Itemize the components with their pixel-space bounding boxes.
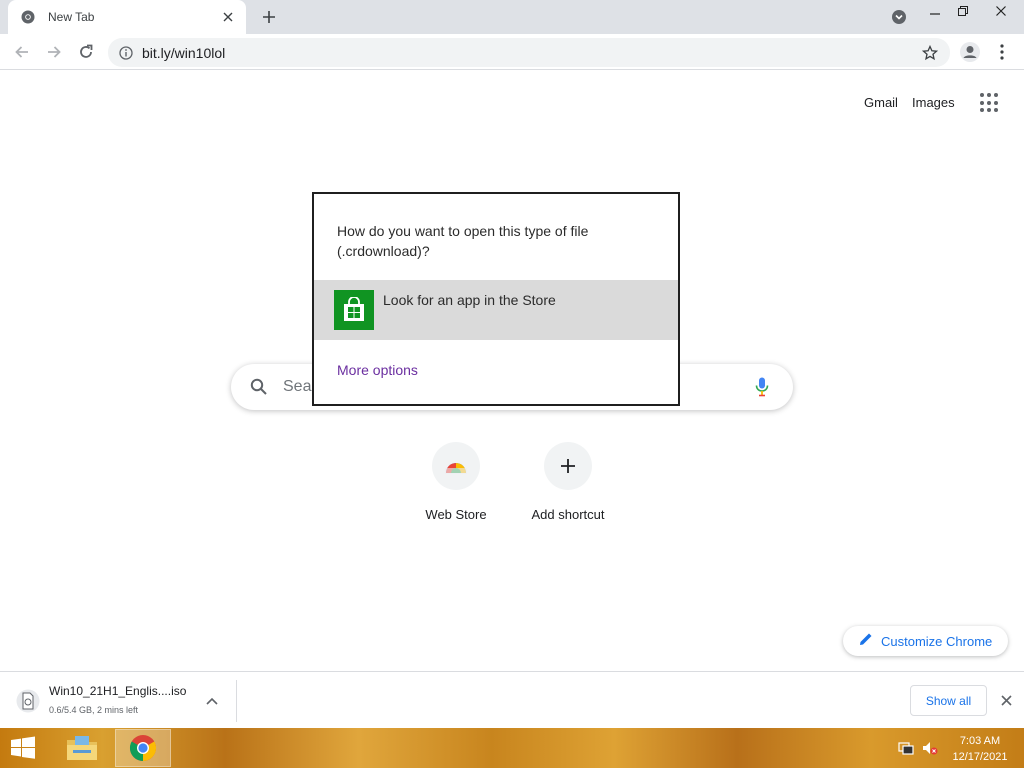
bookmark-star-icon[interactable] bbox=[916, 38, 944, 67]
kebab-menu-icon[interactable] bbox=[988, 38, 1016, 66]
store-icon bbox=[334, 290, 374, 330]
search-icon bbox=[249, 377, 269, 397]
show-all-button[interactable]: Show all bbox=[910, 685, 987, 716]
download-filename[interactable]: Win10_21H1_Englis....iso bbox=[49, 684, 186, 698]
volume-muted-icon[interactable] bbox=[922, 740, 938, 756]
address-bar[interactable]: bit.ly/win10lol bbox=[108, 38, 950, 67]
clock-time: 7:03 AM bbox=[959, 735, 1001, 747]
tab-new-tab[interactable]: New Tab bbox=[8, 0, 246, 34]
divider bbox=[236, 680, 237, 722]
taskbar: 7:03 AM 12/17/2021 bbox=[0, 728, 1024, 768]
toolbar: bit.ly/win10lol bbox=[0, 34, 1024, 70]
tab-search-icon[interactable] bbox=[890, 8, 908, 26]
pencil-icon bbox=[859, 632, 873, 651]
customize-label: Customize Chrome bbox=[881, 633, 993, 649]
chrome-favicon-icon bbox=[20, 9, 36, 25]
network-icon[interactable] bbox=[898, 740, 914, 756]
images-link[interactable]: Images bbox=[912, 95, 955, 110]
shortcut-label: Web Store bbox=[425, 507, 487, 522]
close-shelf-icon[interactable] bbox=[997, 691, 1015, 709]
shortcut-label: Add shortcut bbox=[531, 507, 605, 522]
chevron-up-icon[interactable] bbox=[203, 692, 221, 710]
store-option[interactable]: Look for an app in the Store bbox=[314, 280, 678, 340]
tab-close-icon[interactable] bbox=[218, 7, 238, 27]
reload-icon[interactable] bbox=[72, 38, 100, 66]
tab-strip: New Tab bbox=[0, 0, 1024, 34]
shortcut-add[interactable]: Add shortcut bbox=[512, 442, 624, 532]
download-shelf: Win10_21H1_Englis....iso 0.6/5.4 GB, 2 m… bbox=[0, 671, 1024, 728]
forward-icon[interactable] bbox=[40, 38, 68, 66]
open-with-dialog: How do you want to open this type of fil… bbox=[312, 192, 680, 406]
file-explorer-icon[interactable] bbox=[54, 729, 110, 767]
file-icon bbox=[16, 688, 40, 714]
url-text: bit.ly/win10lol bbox=[142, 44, 226, 61]
system-clock[interactable]: 7:03 AM 12/17/2021 bbox=[944, 733, 1016, 765]
new-tab-button[interactable] bbox=[258, 6, 280, 28]
windows-start-icon[interactable] bbox=[4, 732, 42, 764]
download-status: 0.6/5.4 GB, 2 mins left bbox=[49, 705, 139, 715]
profile-avatar-icon[interactable] bbox=[956, 38, 984, 66]
gmail-link[interactable]: Gmail bbox=[864, 95, 898, 110]
dialog-question: How do you want to open this type of fil… bbox=[337, 223, 589, 259]
apps-grid-icon[interactable] bbox=[980, 93, 1000, 113]
web-store-icon bbox=[432, 442, 480, 490]
restore-icon[interactable] bbox=[946, 0, 980, 22]
screen: New Tab bit.ly/win10lol Gmail Images Sea… bbox=[0, 0, 1024, 768]
store-option-label: Look for an app in the Store bbox=[383, 292, 556, 308]
shortcut-web-store[interactable]: Web Store bbox=[400, 442, 512, 532]
plus-icon bbox=[544, 442, 592, 490]
clock-date: 12/17/2021 bbox=[952, 751, 1008, 763]
site-info-icon[interactable] bbox=[110, 38, 142, 67]
tab-title: New Tab bbox=[48, 10, 95, 24]
customize-chrome-button[interactable]: Customize Chrome bbox=[843, 626, 1008, 656]
back-icon[interactable] bbox=[8, 38, 36, 66]
voice-search-mic-icon[interactable] bbox=[751, 376, 773, 398]
chrome-taskbar-icon[interactable] bbox=[115, 729, 171, 767]
window-close-icon[interactable] bbox=[984, 0, 1018, 22]
more-options-link[interactable]: More options bbox=[337, 362, 418, 378]
